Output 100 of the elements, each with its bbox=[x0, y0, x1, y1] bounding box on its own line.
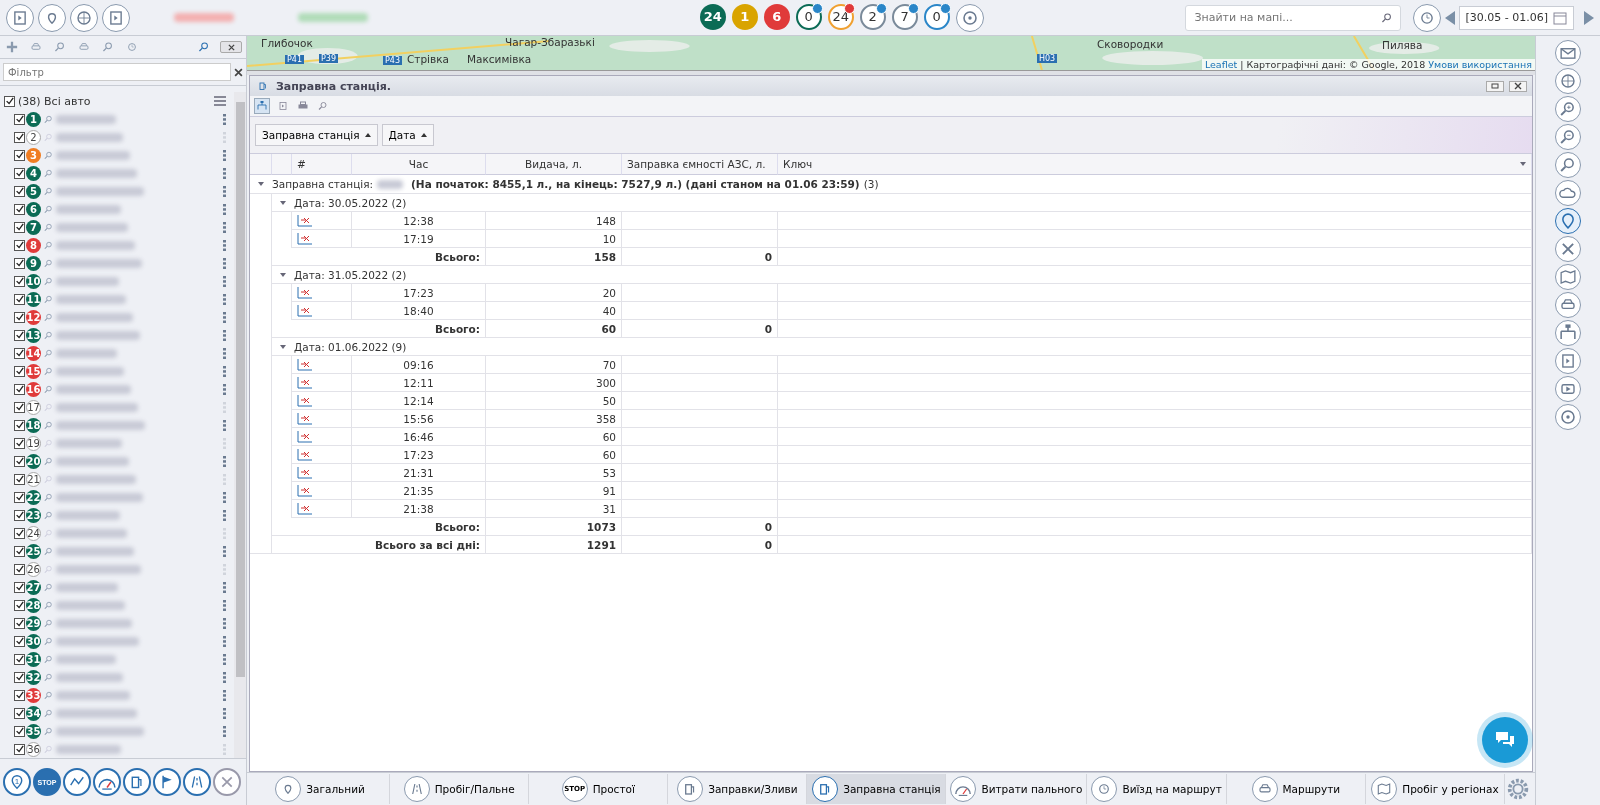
calendar-icon[interactable] bbox=[1552, 9, 1568, 26]
next-arrow[interactable] bbox=[1584, 10, 1594, 25]
more-icon[interactable] bbox=[223, 221, 226, 233]
preview-icon[interactable] bbox=[316, 99, 330, 113]
count-badge[interactable]: 0 bbox=[795, 3, 822, 30]
checkbox[interactable] bbox=[14, 113, 25, 125]
wheel-button[interactable] bbox=[1555, 404, 1581, 430]
cloud-button[interactable] bbox=[1555, 180, 1581, 206]
add-icon[interactable] bbox=[4, 39, 20, 55]
more-icon[interactable] bbox=[223, 455, 226, 467]
road-tool-button[interactable] bbox=[183, 768, 211, 796]
report-tab[interactable]: Виїзд на маршрут bbox=[1087, 774, 1227, 804]
tree-root-label[interactable]: (38) Всі авто bbox=[18, 94, 91, 108]
scrollbar-thumb[interactable] bbox=[235, 102, 245, 677]
doc-button[interactable] bbox=[1555, 348, 1581, 374]
checkbox[interactable] bbox=[14, 149, 25, 161]
map[interactable]: Глибочок Чагар-Збаразькі Сковородки Пилява P41 P39 P43 Стрівка Максимівка H03 Leaflet | Картографічні дані: © Google, 2018 Умови використання bbox=[247, 36, 1535, 71]
report-tab[interactable]: Загальний bbox=[251, 774, 391, 804]
checkbox[interactable] bbox=[14, 239, 25, 251]
chat-button[interactable] bbox=[1482, 717, 1528, 763]
pin-button[interactable] bbox=[1555, 208, 1581, 234]
checkbox[interactable] bbox=[14, 347, 25, 359]
chart-icon[interactable] bbox=[297, 358, 313, 371]
more-icon[interactable] bbox=[223, 113, 226, 125]
column-header[interactable]: Заправка ємності АЗС, л. bbox=[622, 154, 778, 175]
map-search-field[interactable]: Знайти на мапі... bbox=[1185, 4, 1402, 31]
fuel-tool-button[interactable] bbox=[123, 768, 151, 796]
checkbox[interactable] bbox=[14, 401, 25, 413]
checkbox[interactable] bbox=[14, 275, 25, 287]
checkbox[interactable] bbox=[14, 545, 25, 557]
more-icon[interactable] bbox=[223, 185, 226, 197]
report-tab[interactable]: Заправки/Зливи bbox=[668, 774, 808, 804]
zoom-in-button[interactable] bbox=[1555, 96, 1581, 122]
checkbox[interactable] bbox=[14, 563, 25, 575]
clear-icon[interactable] bbox=[234, 67, 243, 77]
more-icon[interactable] bbox=[223, 725, 226, 737]
more-icon[interactable] bbox=[223, 383, 226, 395]
checkbox[interactable] bbox=[14, 473, 25, 485]
count-badge[interactable]: 0 bbox=[923, 3, 950, 30]
checkbox[interactable] bbox=[14, 725, 25, 737]
checkbox[interactable] bbox=[14, 527, 25, 539]
checkbox[interactable] bbox=[14, 257, 25, 269]
tree-button[interactable] bbox=[1555, 320, 1581, 346]
car-button[interactable] bbox=[1555, 292, 1581, 318]
more-icon[interactable] bbox=[223, 617, 226, 629]
group-by-button[interactable]: Заправна станція bbox=[255, 124, 378, 146]
more-icon[interactable] bbox=[223, 149, 226, 161]
checkbox[interactable] bbox=[14, 707, 25, 719]
count-badge[interactable]: 24 bbox=[699, 3, 726, 30]
filter-field[interactable]: Фільтр bbox=[3, 63, 231, 81]
count-badge[interactable]: 2 bbox=[859, 3, 886, 30]
more-icon[interactable] bbox=[223, 329, 226, 341]
date-range-field[interactable]: [30.05 - 01.06] bbox=[1459, 5, 1574, 30]
map-button[interactable] bbox=[1555, 264, 1581, 290]
count-badge[interactable]: 24 bbox=[827, 3, 854, 30]
leaflet-link[interactable]: Leaflet bbox=[1204, 59, 1238, 70]
checkbox[interactable] bbox=[14, 419, 25, 431]
chart-icon[interactable] bbox=[297, 214, 313, 227]
checkbox[interactable] bbox=[14, 509, 25, 521]
more-icon[interactable] bbox=[223, 203, 226, 215]
cross-button[interactable] bbox=[1555, 236, 1581, 262]
checkbox[interactable] bbox=[14, 329, 25, 341]
more-icon[interactable] bbox=[223, 239, 226, 251]
checkbox[interactable] bbox=[14, 383, 25, 395]
zoom-out-button[interactable] bbox=[1555, 124, 1581, 150]
count-badge[interactable]: 6 bbox=[763, 3, 790, 30]
checkbox[interactable] bbox=[14, 203, 25, 215]
checkbox[interactable] bbox=[14, 365, 25, 377]
close-button[interactable] bbox=[1509, 80, 1527, 92]
export-icon[interactable] bbox=[276, 99, 290, 113]
more-icon[interactable] bbox=[223, 257, 226, 269]
report-tab[interactable]: Заправна станція bbox=[807, 774, 947, 804]
column-header[interactable]: Ключ bbox=[778, 154, 1532, 175]
checkbox[interactable] bbox=[14, 689, 25, 701]
chart-icon[interactable] bbox=[297, 304, 313, 317]
more-icon[interactable] bbox=[223, 689, 226, 701]
report-tab[interactable]: Пробіг у регіонах bbox=[1365, 774, 1505, 804]
close-button[interactable] bbox=[220, 41, 242, 53]
column-header[interactable]: Час bbox=[352, 154, 486, 175]
column-header[interactable]: # bbox=[292, 154, 352, 175]
checkbox[interactable] bbox=[14, 293, 25, 305]
checkbox[interactable] bbox=[14, 455, 25, 467]
checkbox[interactable] bbox=[14, 167, 25, 179]
video-button[interactable] bbox=[1555, 376, 1581, 402]
expand-arrow[interactable] bbox=[280, 344, 286, 349]
checkbox[interactable] bbox=[14, 437, 25, 449]
expand-arrow[interactable] bbox=[258, 182, 264, 186]
checkbox[interactable] bbox=[14, 185, 25, 197]
more-icon[interactable] bbox=[223, 599, 226, 611]
chart-icon[interactable] bbox=[297, 232, 313, 245]
terms-link[interactable]: Умови використання bbox=[1428, 59, 1532, 70]
group-by-button[interactable]: Дата bbox=[381, 124, 434, 146]
report-tab[interactable]: Маршрути bbox=[1226, 774, 1366, 804]
chart-icon[interactable] bbox=[297, 484, 313, 497]
more-icon[interactable] bbox=[223, 167, 226, 179]
grouping-icon[interactable] bbox=[254, 98, 270, 114]
report-tab[interactable]: Пробіг/Пальне bbox=[390, 774, 530, 804]
count-badge[interactable]: 7 bbox=[891, 3, 918, 30]
more-icon[interactable] bbox=[223, 347, 226, 359]
chart-icon[interactable] bbox=[297, 286, 313, 299]
